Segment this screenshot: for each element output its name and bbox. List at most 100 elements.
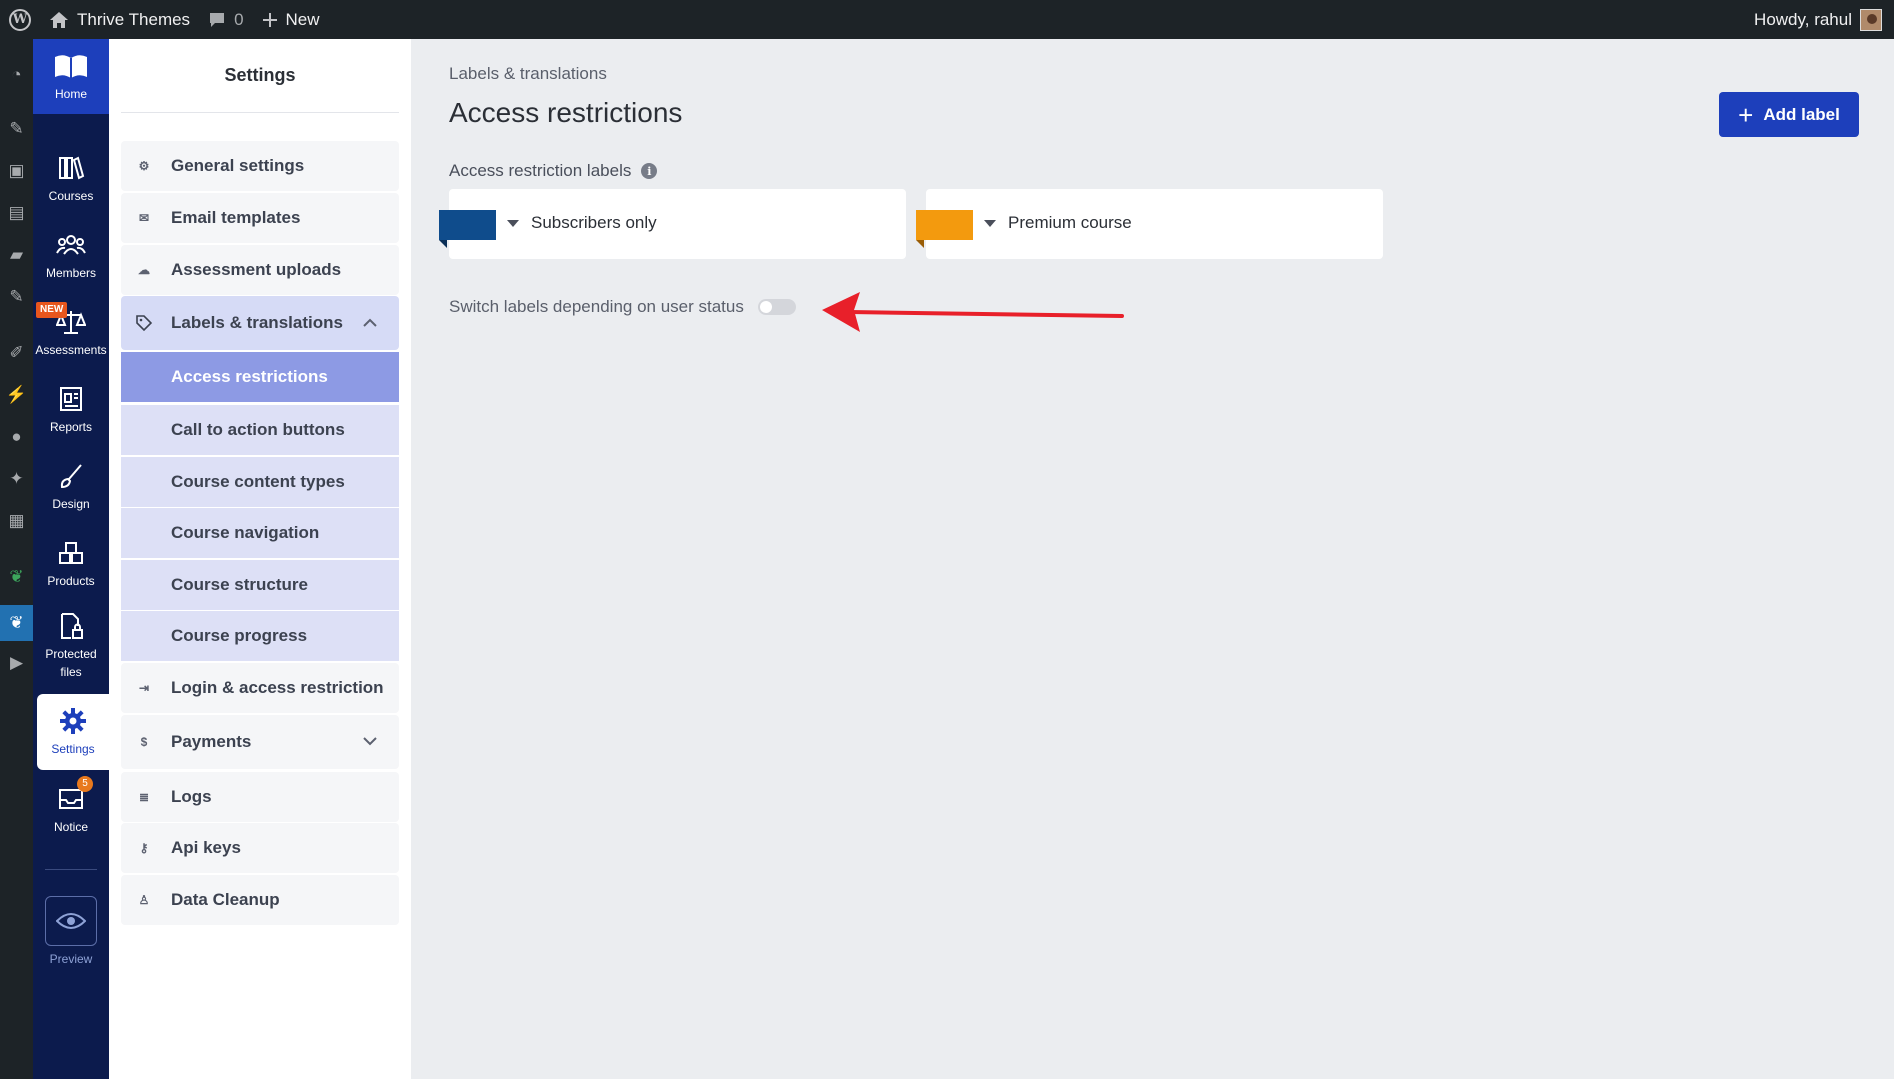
gear-icon	[60, 708, 86, 734]
submenu-access-restrictions[interactable]: Access restrictions	[121, 352, 399, 402]
nav-assessments-label: Assessments	[35, 343, 107, 357]
switch-labels-text: Switch labels depending on user status	[449, 297, 744, 316]
label-text[interactable]: Premium course	[1008, 213, 1132, 233]
nav-preview-label: Preview	[49, 952, 93, 966]
info-icon[interactable]: i	[641, 163, 658, 179]
menu-email-templates[interactable]: ✉ Email templates	[121, 193, 399, 243]
file-lock-icon	[61, 613, 83, 639]
user-icon[interactable]: ●	[0, 423, 33, 451]
nav-protected-files[interactable]: Protected files	[33, 611, 109, 681]
ribbon-fold	[916, 240, 924, 248]
new-badge: NEW	[36, 302, 68, 318]
menu-label: Labels & translations	[171, 313, 343, 332]
nav-divider	[45, 869, 97, 870]
nav-home[interactable]: Home	[33, 39, 109, 114]
menu-label: Data Cleanup	[171, 890, 280, 909]
settings-title: Settings	[121, 39, 399, 113]
settings-icon[interactable]: ▦	[0, 507, 33, 535]
submenu-course-structure[interactable]: Course structure	[121, 560, 399, 610]
plugin-icon[interactable]: ⚡	[0, 381, 33, 409]
boxes-icon	[59, 542, 83, 564]
nav-design-label: Design	[52, 497, 90, 511]
dashboard-icon[interactable]: ◔	[0, 61, 33, 89]
key-icon: ⚷	[139, 841, 149, 855]
pages-icon[interactable]: ▤	[0, 199, 33, 227]
home-icon	[50, 11, 68, 28]
login-icon: ⇥	[138, 681, 150, 695]
page-title: Access restrictions	[449, 97, 683, 128]
menu-data-cleanup[interactable]: ♙ Data Cleanup	[121, 875, 399, 925]
menu-logs[interactable]: ≣ Logs	[121, 772, 399, 822]
comments-menu[interactable]: 0	[199, 0, 252, 39]
dropdown-caret-icon[interactable]	[507, 220, 519, 227]
menu-assessment-uploads[interactable]: ☁ Assessment uploads	[121, 245, 399, 295]
brush-icon	[60, 464, 82, 489]
nav-preview[interactable]: Preview	[33, 896, 109, 966]
new-content-menu[interactable]: New	[253, 0, 329, 39]
nav-members[interactable]: Members	[33, 230, 109, 282]
site-name-menu[interactable]: Thrive Themes	[40, 0, 199, 39]
book-icon	[55, 54, 87, 78]
add-label-button[interactable]: + Add label	[1719, 92, 1859, 137]
nav-settings[interactable]: Settings	[37, 694, 109, 770]
breadcrumb[interactable]: Labels & translations	[449, 64, 607, 84]
list-icon: ≣	[138, 790, 150, 804]
submenu-course-navigation[interactable]: Course navigation	[121, 508, 399, 558]
brush-icon[interactable]: ✐	[0, 339, 33, 367]
plus-icon	[262, 12, 277, 27]
menu-login-access-restriction[interactable]: ⇥ Login & access restriction	[121, 663, 399, 713]
add-label-text: Add label	[1763, 104, 1840, 124]
label-color-swatch[interactable]	[916, 210, 973, 248]
label-color-swatch[interactable]	[439, 210, 496, 248]
leaf-icon[interactable]: ❦	[0, 563, 33, 591]
menu-label: Email templates	[171, 208, 301, 227]
menu-general-settings[interactable]: ⚙ General settings	[121, 141, 399, 191]
label-card-premium[interactable]: Premium course	[916, 189, 1383, 259]
wrench-icon[interactable]: ✦	[0, 465, 33, 493]
chevron-up-icon	[363, 318, 377, 327]
nav-products-label: Products	[47, 574, 95, 588]
wordpress-icon: W	[9, 8, 31, 31]
toggle-knob	[759, 301, 772, 313]
nav-design[interactable]: Design	[33, 461, 109, 513]
submenu-course-content-types[interactable]: Course content types	[121, 457, 399, 507]
nav-notice[interactable]: 5 Notice	[33, 776, 109, 836]
pin-icon[interactable]: ✎	[0, 283, 33, 311]
submenu-call-to-action-buttons[interactable]: Call to action buttons	[121, 405, 399, 455]
my-account-menu[interactable]: Howdy, rahul	[1754, 0, 1882, 39]
menu-labels-translations[interactable]: Labels & translations	[121, 296, 399, 350]
menu-label: General settings	[171, 156, 305, 175]
comment-icon	[210, 12, 225, 27]
label-text[interactable]: Subscribers only	[531, 213, 657, 233]
nav-protected-files-label: Protected files	[45, 647, 97, 679]
media-icon[interactable]: ▣	[0, 157, 33, 185]
avatar	[1860, 8, 1882, 31]
nav-assessments[interactable]: NEW Assessments	[33, 302, 109, 359]
menu-payments[interactable]: $ Payments	[121, 715, 399, 769]
switch-labels-toggle[interactable]	[757, 299, 796, 315]
leaf-icon[interactable]: ❦	[0, 605, 33, 641]
menu-api-keys[interactable]: ⚷ Api keys	[121, 823, 399, 873]
pin-icon[interactable]: ✎	[0, 115, 33, 143]
nav-reports[interactable]: Reports	[33, 384, 109, 436]
new-label: New	[285, 9, 320, 29]
dollar-icon: $	[140, 735, 148, 749]
settings-panel: Settings ⚙ General settings ✉ Email temp…	[109, 39, 411, 1079]
play-icon[interactable]: ▶	[0, 649, 33, 677]
nav-courses[interactable]: Courses	[33, 153, 109, 205]
nav-products[interactable]: Products	[33, 538, 109, 590]
nav-reports-label: Reports	[49, 420, 93, 434]
chevron-down-icon	[363, 737, 377, 746]
label-card-subscribers[interactable]: Subscribers only	[439, 189, 906, 259]
menu-label: Login & access restriction	[171, 678, 384, 697]
envelope-icon: ✉	[138, 211, 150, 225]
site-name: Thrive Themes	[77, 9, 191, 29]
comments-icon[interactable]: ▰	[0, 241, 33, 269]
tag-icon	[133, 312, 155, 334]
nav-home-label: Home	[54, 86, 87, 101]
dropdown-caret-icon[interactable]	[984, 220, 996, 227]
wp-logo-menu[interactable]: W	[0, 0, 40, 39]
plus-icon: +	[1738, 99, 1754, 130]
submenu-course-progress[interactable]: Course progress	[121, 611, 399, 661]
menu-label: Api keys	[171, 838, 241, 857]
